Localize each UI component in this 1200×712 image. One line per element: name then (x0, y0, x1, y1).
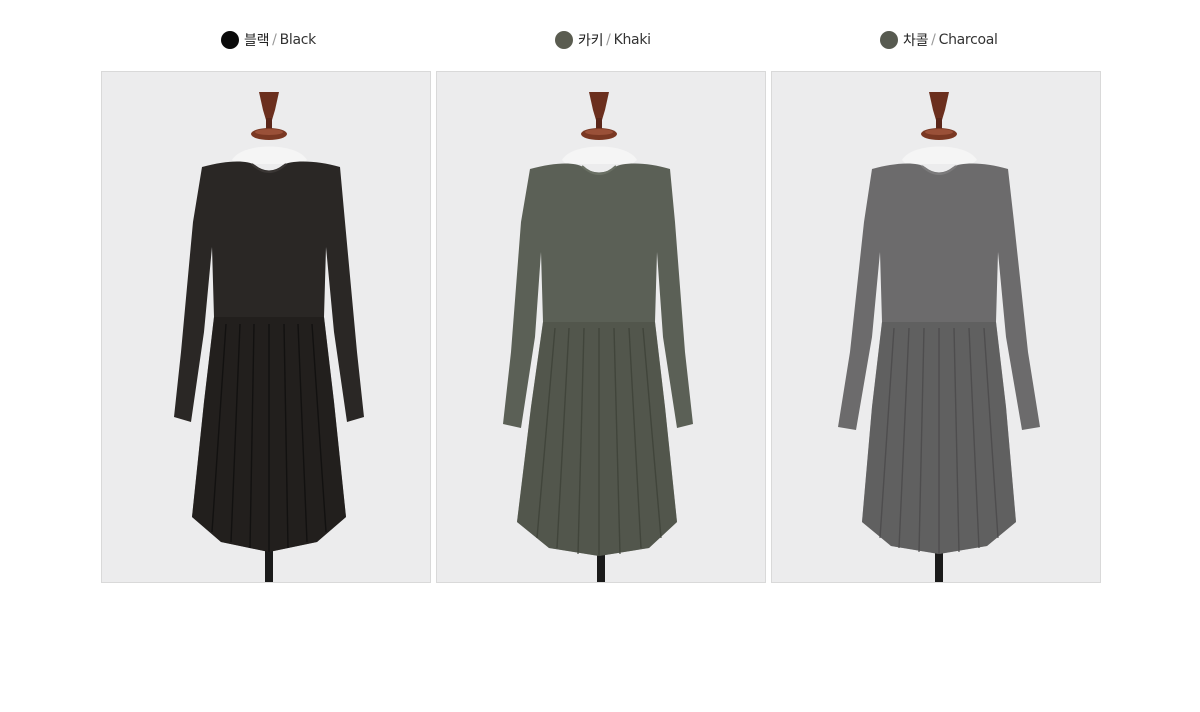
label-separator: / (606, 32, 611, 48)
product-photo-khaki[interactable] (436, 71, 766, 583)
khaki-swatch-dot (555, 31, 573, 49)
color-labels-row: 블랙 / Black 카키 / Khaki 차콜 / Charcoal (0, 28, 1200, 52)
color-name-korean: 차콜 (903, 33, 929, 49)
label-separator: / (931, 32, 936, 48)
dress-illustration-black (102, 72, 430, 582)
dress-illustration-khaki (437, 72, 765, 582)
black-swatch-dot (221, 31, 239, 49)
product-photo-charcoal[interactable] (771, 71, 1101, 583)
color-name-english: Khaki (613, 32, 651, 48)
color-label-charcoal: 차콜 / Charcoal (880, 28, 998, 52)
color-name-korean: 카키 (578, 33, 604, 49)
dress-illustration-charcoal (772, 72, 1100, 582)
color-name-korean: 블랙 (244, 33, 270, 49)
product-photo-black[interactable] (101, 71, 431, 583)
color-name-english: Charcoal (938, 32, 998, 48)
color-label-khaki: 카키 / Khaki (555, 28, 651, 52)
color-label-black: 블랙 / Black (221, 28, 316, 52)
charcoal-swatch-dot (880, 31, 898, 49)
color-name-english: Black (279, 32, 317, 48)
label-separator: / (272, 32, 277, 48)
